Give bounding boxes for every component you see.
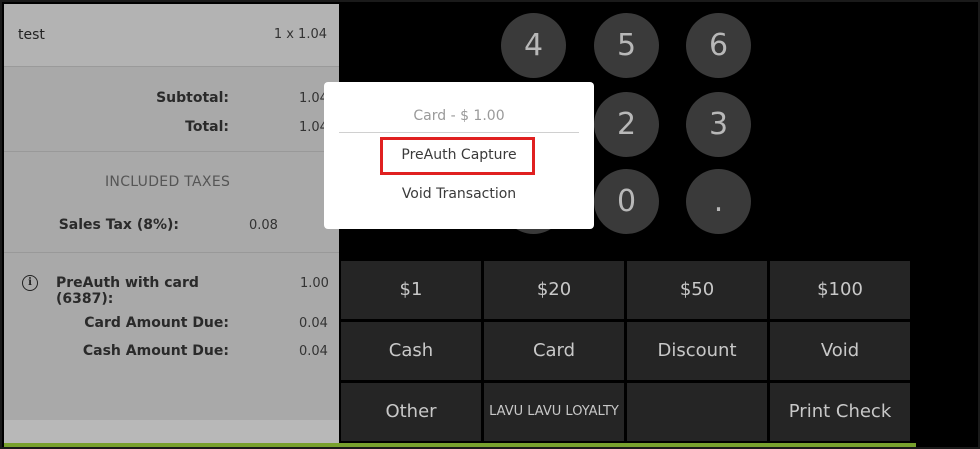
receipt-totals: Subtotal: 1.04 Total: 1.04 bbox=[4, 68, 339, 152]
quick-cash-100-button[interactable]: $100 bbox=[770, 261, 910, 319]
card-amount-due-value: 0.04 bbox=[299, 316, 328, 331]
preauth-label: PreAuth with card (6387): bbox=[56, 275, 199, 307]
numpad-key-2[interactable]: 2 bbox=[594, 92, 659, 157]
accent-bar bbox=[4, 443, 916, 447]
sales-tax-label: Sales Tax (8%): bbox=[58, 217, 179, 233]
cash-button[interactable]: Cash bbox=[341, 322, 481, 380]
info-icon[interactable]: i bbox=[22, 275, 38, 291]
discount-button[interactable]: Discount bbox=[627, 322, 767, 380]
quick-cash-1-button[interactable]: $1 bbox=[341, 261, 481, 319]
taxes-heading: INCLUDED TAXES bbox=[105, 174, 231, 190]
cash-amount-due-value: 0.04 bbox=[299, 344, 328, 359]
numpad-key-5[interactable]: 5 bbox=[594, 13, 659, 78]
numpad-key-3[interactable]: 3 bbox=[686, 92, 751, 157]
numpad-key-decimal[interactable]: . bbox=[686, 169, 751, 234]
cash-amount-due-label: Cash Amount Due: bbox=[82, 343, 229, 359]
print-check-button[interactable]: Print Check bbox=[770, 383, 910, 441]
loyalty-button[interactable]: LAVU LAVU LOYALTY bbox=[484, 383, 624, 441]
receipt-line-item[interactable]: test 1 x 1.04 bbox=[4, 4, 339, 67]
void-transaction-option[interactable]: Void Transaction bbox=[324, 186, 594, 202]
included-taxes-section: INCLUDED TAXES Sales Tax (8%): 0.08 bbox=[4, 153, 339, 253]
highlight-box bbox=[380, 137, 535, 175]
other-button[interactable]: Other bbox=[341, 383, 481, 441]
total-label: Total: bbox=[185, 119, 229, 135]
void-button[interactable]: Void bbox=[770, 322, 910, 380]
subtotal-label: Subtotal: bbox=[156, 90, 229, 106]
modal-divider bbox=[339, 132, 579, 133]
card-amount-due-label: Card Amount Due: bbox=[84, 315, 229, 331]
sales-tax-value: 0.08 bbox=[249, 218, 278, 233]
numpad-key-6[interactable]: 6 bbox=[686, 13, 751, 78]
numpad-key-0[interactable]: 0 bbox=[594, 169, 659, 234]
quick-cash-20-button[interactable]: $20 bbox=[484, 261, 624, 319]
item-name: test bbox=[18, 27, 45, 43]
pos-screen: test 1 x 1.04 Subtotal: 1.04 Total: 1.04… bbox=[0, 0, 980, 449]
card-button[interactable]: Card bbox=[484, 322, 624, 380]
receipt-panel: test 1 x 1.04 Subtotal: 1.04 Total: 1.04… bbox=[4, 4, 339, 447]
preauth-value: 1.00 bbox=[300, 276, 329, 291]
item-quantity-price: 1 x 1.04 bbox=[273, 27, 327, 42]
payments-section: i PreAuth with card (6387): 1.00 Card Am… bbox=[4, 254, 339, 419]
modal-title: Card - $ 1.00 bbox=[413, 108, 505, 124]
quick-cash-50-button[interactable]: $50 bbox=[627, 261, 767, 319]
numpad-key-4[interactable]: 4 bbox=[501, 13, 566, 78]
empty-button[interactable] bbox=[627, 383, 767, 441]
